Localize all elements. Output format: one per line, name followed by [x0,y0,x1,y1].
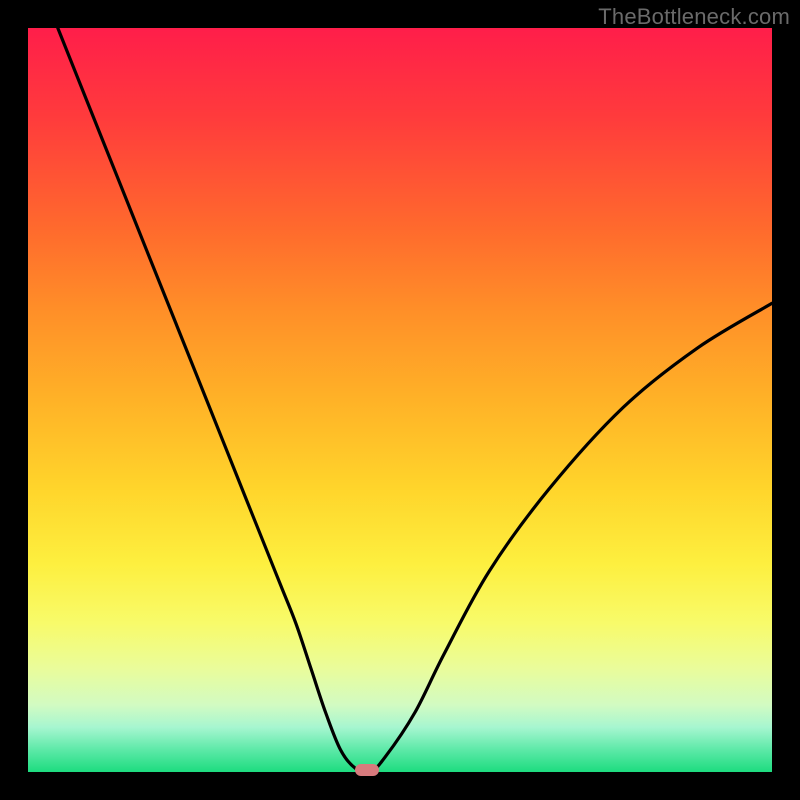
minimum-marker [355,764,379,776]
bottleneck-curve [28,28,772,772]
plot-area [28,28,772,772]
chart-frame: TheBottleneck.com [0,0,800,800]
watermark-text: TheBottleneck.com [598,4,790,30]
